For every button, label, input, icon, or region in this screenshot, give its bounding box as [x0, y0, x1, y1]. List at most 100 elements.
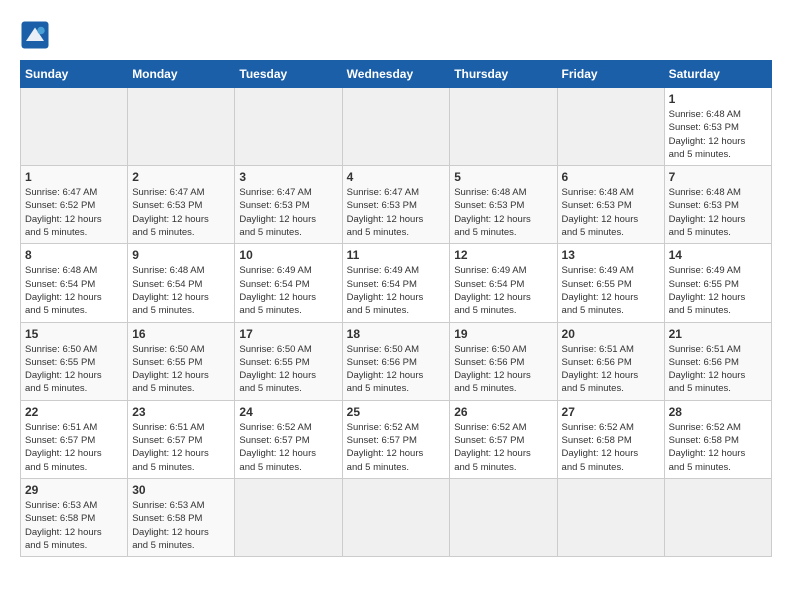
day-number: 29 — [25, 483, 123, 497]
calendar-cell: 29 Sunrise: 6:53 AM Sunset: 6:58 PM Dayl… — [21, 478, 128, 556]
day-number: 12 — [454, 248, 552, 262]
day-info: Sunrise: 6:52 AM Sunset: 6:57 PM Dayligh… — [239, 421, 337, 474]
day-info: Sunrise: 6:51 AM Sunset: 6:56 PM Dayligh… — [562, 343, 660, 396]
logo — [20, 20, 52, 50]
day-info: Sunrise: 6:51 AM Sunset: 6:57 PM Dayligh… — [25, 421, 123, 474]
calendar-cell: 9 Sunrise: 6:48 AM Sunset: 6:54 PM Dayli… — [128, 244, 235, 322]
calendar-cell — [342, 478, 450, 556]
calendar-cell: 26 Sunrise: 6:52 AM Sunset: 6:57 PM Dayl… — [450, 400, 557, 478]
calendar-table: SundayMondayTuesdayWednesdayThursdayFrid… — [20, 60, 772, 557]
header-cell-thursday: Thursday — [450, 61, 557, 88]
day-info: Sunrise: 6:48 AM Sunset: 6:53 PM Dayligh… — [562, 186, 660, 239]
day-info: Sunrise: 6:47 AM Sunset: 6:52 PM Dayligh… — [25, 186, 123, 239]
week-row-3: 8 Sunrise: 6:48 AM Sunset: 6:54 PM Dayli… — [21, 244, 772, 322]
calendar-cell: 30 Sunrise: 6:53 AM Sunset: 6:58 PM Dayl… — [128, 478, 235, 556]
day-info: Sunrise: 6:48 AM Sunset: 6:53 PM Dayligh… — [669, 108, 767, 161]
calendar-cell — [235, 88, 342, 166]
day-number: 28 — [669, 405, 767, 419]
day-info: Sunrise: 6:47 AM Sunset: 6:53 PM Dayligh… — [239, 186, 337, 239]
day-number: 19 — [454, 327, 552, 341]
day-info: Sunrise: 6:51 AM Sunset: 6:56 PM Dayligh… — [669, 343, 767, 396]
calendar-cell — [128, 88, 235, 166]
week-row-1: 1 Sunrise: 6:48 AM Sunset: 6:53 PM Dayli… — [21, 88, 772, 166]
calendar-cell: 13 Sunrise: 6:49 AM Sunset: 6:55 PM Dayl… — [557, 244, 664, 322]
day-info: Sunrise: 6:50 AM Sunset: 6:55 PM Dayligh… — [25, 343, 123, 396]
day-info: Sunrise: 6:50 AM Sunset: 6:55 PM Dayligh… — [132, 343, 230, 396]
page-header — [20, 20, 772, 50]
day-number: 15 — [25, 327, 123, 341]
calendar-cell: 15 Sunrise: 6:50 AM Sunset: 6:55 PM Dayl… — [21, 322, 128, 400]
day-number: 1 — [669, 92, 767, 106]
day-info: Sunrise: 6:49 AM Sunset: 6:54 PM Dayligh… — [239, 264, 337, 317]
calendar-cell: 19 Sunrise: 6:50 AM Sunset: 6:56 PM Dayl… — [450, 322, 557, 400]
calendar-cell — [450, 478, 557, 556]
calendar-cell: 11 Sunrise: 6:49 AM Sunset: 6:54 PM Dayl… — [342, 244, 450, 322]
calendar-cell: 17 Sunrise: 6:50 AM Sunset: 6:55 PM Dayl… — [235, 322, 342, 400]
calendar-cell: 20 Sunrise: 6:51 AM Sunset: 6:56 PM Dayl… — [557, 322, 664, 400]
day-info: Sunrise: 6:53 AM Sunset: 6:58 PM Dayligh… — [132, 499, 230, 552]
day-info: Sunrise: 6:49 AM Sunset: 6:54 PM Dayligh… — [347, 264, 446, 317]
day-number: 30 — [132, 483, 230, 497]
day-number: 1 — [25, 170, 123, 184]
calendar-cell: 12 Sunrise: 6:49 AM Sunset: 6:54 PM Dayl… — [450, 244, 557, 322]
calendar-cell: 7 Sunrise: 6:48 AM Sunset: 6:53 PM Dayli… — [664, 166, 771, 244]
calendar-cell: 14 Sunrise: 6:49 AM Sunset: 6:55 PM Dayl… — [664, 244, 771, 322]
day-number: 5 — [454, 170, 552, 184]
day-number: 26 — [454, 405, 552, 419]
day-info: Sunrise: 6:48 AM Sunset: 6:54 PM Dayligh… — [132, 264, 230, 317]
calendar-cell — [235, 478, 342, 556]
week-row-4: 15 Sunrise: 6:50 AM Sunset: 6:55 PM Dayl… — [21, 322, 772, 400]
calendar-cell: 1 Sunrise: 6:48 AM Sunset: 6:53 PM Dayli… — [664, 88, 771, 166]
calendar-cell: 25 Sunrise: 6:52 AM Sunset: 6:57 PM Dayl… — [342, 400, 450, 478]
calendar-cell — [21, 88, 128, 166]
logo-icon — [20, 20, 50, 50]
header-cell-monday: Monday — [128, 61, 235, 88]
calendar-cell: 21 Sunrise: 6:51 AM Sunset: 6:56 PM Dayl… — [664, 322, 771, 400]
calendar-cell: 18 Sunrise: 6:50 AM Sunset: 6:56 PM Dayl… — [342, 322, 450, 400]
day-info: Sunrise: 6:49 AM Sunset: 6:54 PM Dayligh… — [454, 264, 552, 317]
day-number: 6 — [562, 170, 660, 184]
header-cell-sunday: Sunday — [21, 61, 128, 88]
calendar-cell — [342, 88, 450, 166]
calendar-cell: 10 Sunrise: 6:49 AM Sunset: 6:54 PM Dayl… — [235, 244, 342, 322]
calendar-cell: 23 Sunrise: 6:51 AM Sunset: 6:57 PM Dayl… — [128, 400, 235, 478]
calendar-cell — [557, 88, 664, 166]
day-number: 4 — [347, 170, 446, 184]
calendar-cell — [450, 88, 557, 166]
day-number: 3 — [239, 170, 337, 184]
day-info: Sunrise: 6:47 AM Sunset: 6:53 PM Dayligh… — [347, 186, 446, 239]
week-row-5: 22 Sunrise: 6:51 AM Sunset: 6:57 PM Dayl… — [21, 400, 772, 478]
day-info: Sunrise: 6:48 AM Sunset: 6:54 PM Dayligh… — [25, 264, 123, 317]
day-number: 16 — [132, 327, 230, 341]
header-cell-wednesday: Wednesday — [342, 61, 450, 88]
week-row-2: 1 Sunrise: 6:47 AM Sunset: 6:52 PM Dayli… — [21, 166, 772, 244]
calendar-cell: 28 Sunrise: 6:52 AM Sunset: 6:58 PM Dayl… — [664, 400, 771, 478]
day-number: 22 — [25, 405, 123, 419]
day-info: Sunrise: 6:52 AM Sunset: 6:57 PM Dayligh… — [347, 421, 446, 474]
day-info: Sunrise: 6:50 AM Sunset: 6:56 PM Dayligh… — [347, 343, 446, 396]
day-number: 8 — [25, 248, 123, 262]
day-number: 10 — [239, 248, 337, 262]
day-info: Sunrise: 6:49 AM Sunset: 6:55 PM Dayligh… — [562, 264, 660, 317]
day-number: 21 — [669, 327, 767, 341]
day-number: 27 — [562, 405, 660, 419]
calendar-cell: 24 Sunrise: 6:52 AM Sunset: 6:57 PM Dayl… — [235, 400, 342, 478]
day-info: Sunrise: 6:50 AM Sunset: 6:55 PM Dayligh… — [239, 343, 337, 396]
day-info: Sunrise: 6:53 AM Sunset: 6:58 PM Dayligh… — [25, 499, 123, 552]
header-cell-tuesday: Tuesday — [235, 61, 342, 88]
calendar-cell — [557, 478, 664, 556]
calendar-cell: 16 Sunrise: 6:50 AM Sunset: 6:55 PM Dayl… — [128, 322, 235, 400]
calendar-cell: 4 Sunrise: 6:47 AM Sunset: 6:53 PM Dayli… — [342, 166, 450, 244]
calendar-cell — [664, 478, 771, 556]
day-info: Sunrise: 6:48 AM Sunset: 6:53 PM Dayligh… — [454, 186, 552, 239]
header-cell-saturday: Saturday — [664, 61, 771, 88]
day-number: 14 — [669, 248, 767, 262]
day-number: 23 — [132, 405, 230, 419]
day-info: Sunrise: 6:52 AM Sunset: 6:58 PM Dayligh… — [669, 421, 767, 474]
day-number: 7 — [669, 170, 767, 184]
day-info: Sunrise: 6:48 AM Sunset: 6:53 PM Dayligh… — [669, 186, 767, 239]
calendar-cell: 22 Sunrise: 6:51 AM Sunset: 6:57 PM Dayl… — [21, 400, 128, 478]
day-number: 24 — [239, 405, 337, 419]
calendar-cell: 3 Sunrise: 6:47 AM Sunset: 6:53 PM Dayli… — [235, 166, 342, 244]
calendar-cell: 5 Sunrise: 6:48 AM Sunset: 6:53 PM Dayli… — [450, 166, 557, 244]
